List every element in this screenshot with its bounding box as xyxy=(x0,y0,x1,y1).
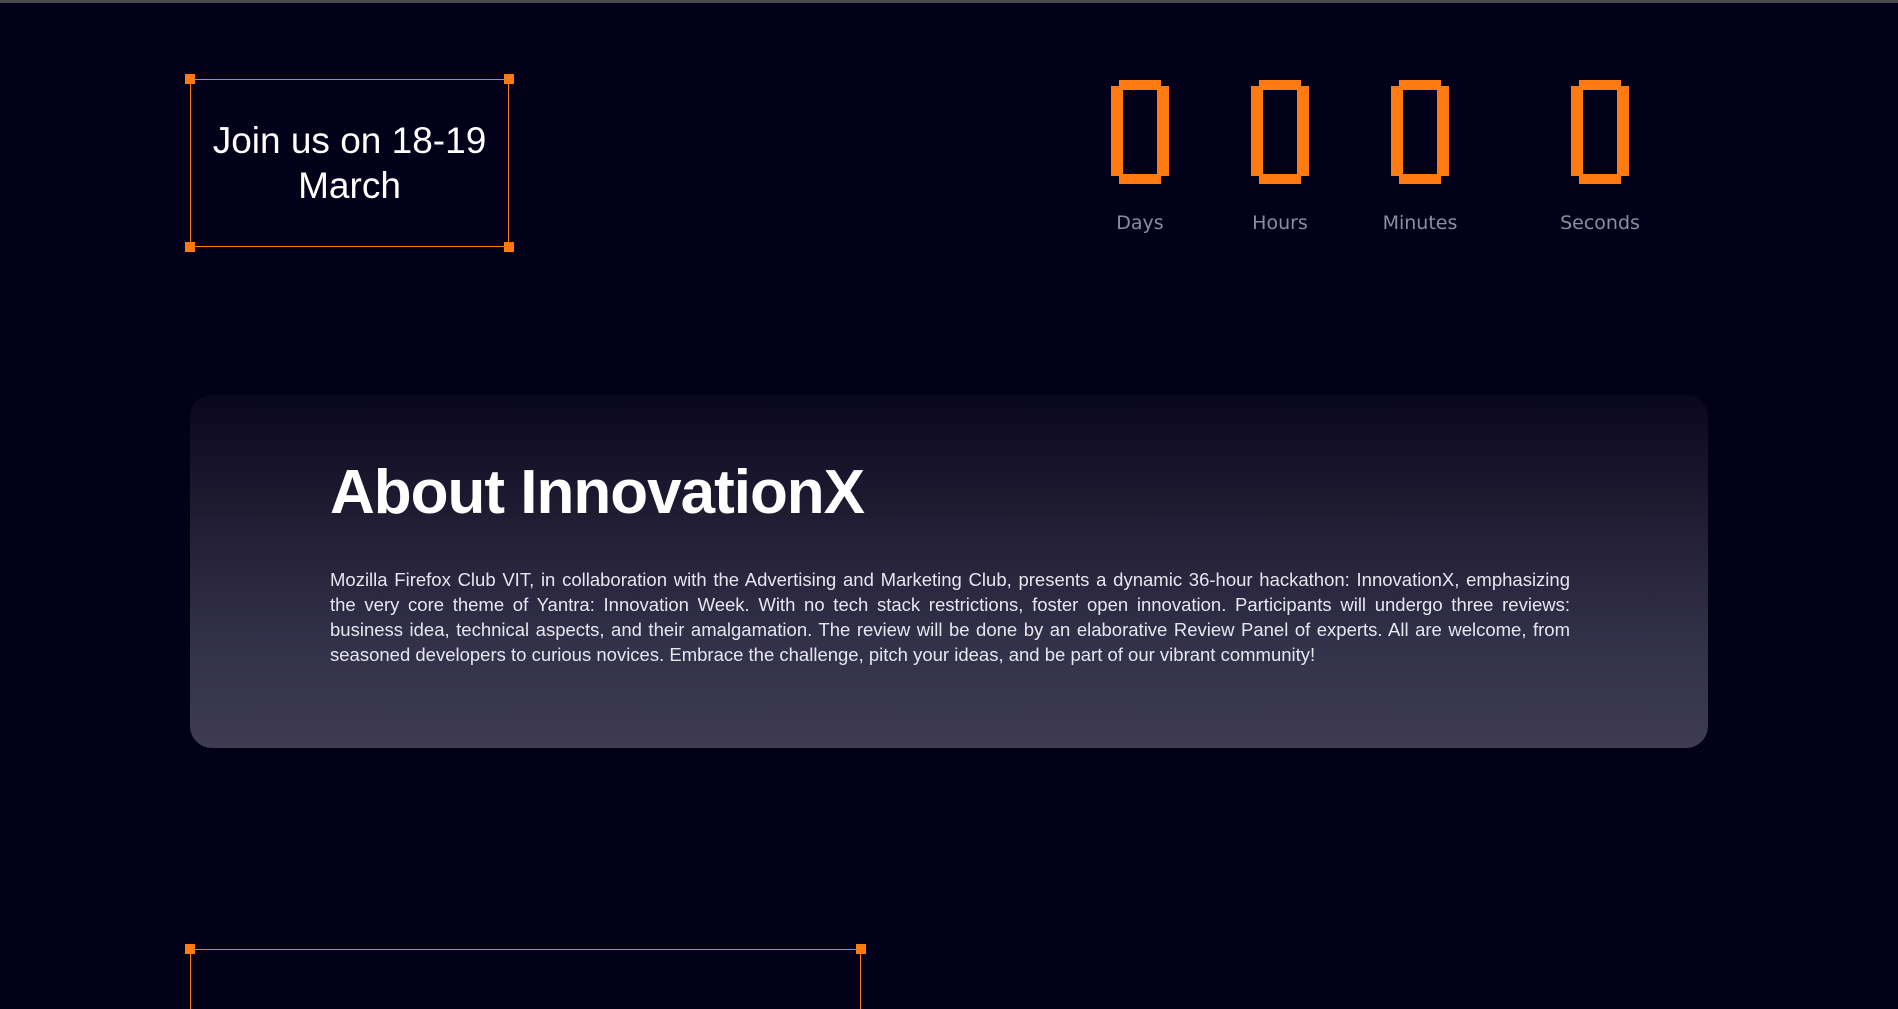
corner-handle xyxy=(185,944,195,954)
about-section: About InnovationX Mozilla Firefox Club V… xyxy=(190,395,1708,748)
countdown-days: Days xyxy=(1070,80,1210,234)
next-section-box xyxy=(185,944,866,1009)
corner-handle xyxy=(185,74,195,84)
corner-handle xyxy=(856,944,866,954)
countdown-seconds-label: Seconds xyxy=(1560,212,1640,234)
countdown-minutes: Minutes xyxy=(1350,80,1490,234)
countdown-hours: Hours xyxy=(1210,80,1350,234)
event-date-text: Join us on 18-19 March xyxy=(212,120,487,206)
countdown-hours-label: Hours xyxy=(1252,212,1308,234)
corner-handle xyxy=(185,242,195,252)
countdown-minutes-label: Minutes xyxy=(1382,212,1458,234)
countdown-seconds-value xyxy=(1569,80,1631,184)
countdown-days-value xyxy=(1109,80,1171,184)
about-description: Mozilla Firefox Club VIT, in collaborati… xyxy=(330,569,1570,665)
about-title: About InnovationX xyxy=(330,458,865,527)
countdown-minutes-value xyxy=(1389,80,1451,184)
event-date-box: Join us on 18-19 March xyxy=(185,74,514,252)
window-top-border xyxy=(0,0,1898,3)
corner-handle xyxy=(504,242,514,252)
countdown-days-label: Days xyxy=(1116,212,1164,234)
countdown-timer: Days Hours Minutes Seconds xyxy=(1070,80,1640,260)
countdown-seconds: Seconds xyxy=(1530,80,1670,234)
corner-handle xyxy=(504,74,514,84)
countdown-hours-value xyxy=(1249,80,1311,184)
